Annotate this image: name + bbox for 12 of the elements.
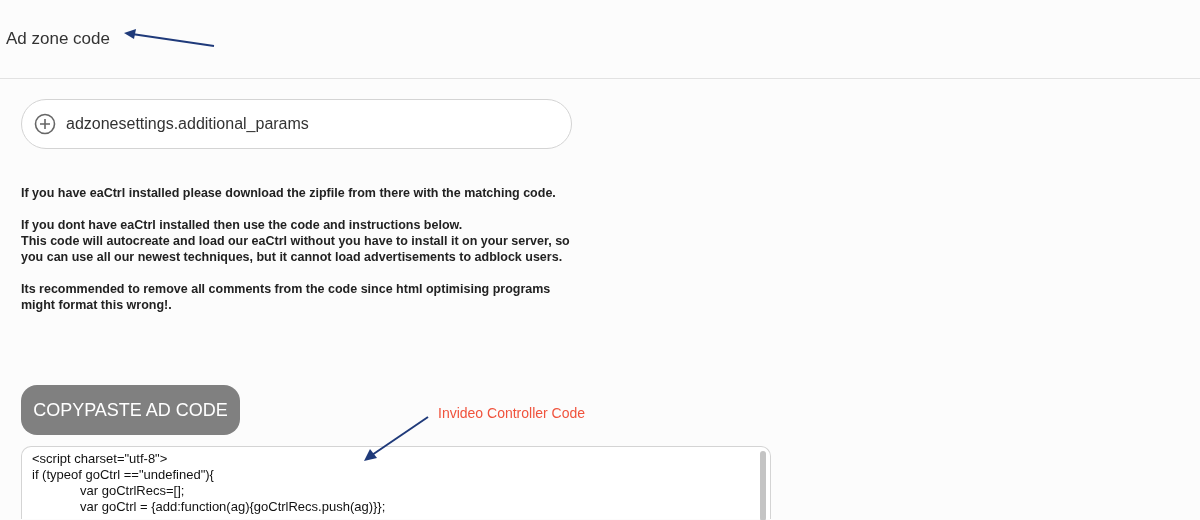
params-field[interactable]: adzonesettings.additional_params — [21, 99, 572, 149]
code-area[interactable]: <script charset="utf-8"> if (typeof goCtrl =="undefined"){ var goCtrlRecs=[]; var goCtrl = {add:function(ag){goCtrlRecs.push(ag)}}; — [21, 446, 771, 519]
page-title: Ad zone code — [6, 28, 110, 51]
instruction-text: Its recommended to remove all comments from the code since html optimising programs might format this wrong!. — [21, 281, 552, 313]
instruction-text: If you dont have eaCtrl installed then use the code and instructions below. This code will autocreate and load our eaCtrl without you have to install it on your server, so you can use all our newest techniques, but it cannot load advertisements to adblock users. — [21, 217, 571, 265]
code-line: var goCtrl = {add:function(ag){goCtrlRecs.push(ag)}}; — [79, 499, 387, 515]
code-line: var goCtrlRecs=[]; — [79, 483, 186, 499]
annotation-label: Invideo Controller Code — [438, 404, 586, 423]
instruction-text: If you have eaCtrl installed please download the zipfile from there with the matching code. — [21, 185, 557, 201]
code-line: <script charset="utf-8"> — [32, 451, 169, 467]
code-line: if (typeof goCtrl =="undefined"){ — [32, 467, 215, 483]
copy-code-button[interactable]: COPYPASTE AD CODE — [21, 385, 240, 435]
